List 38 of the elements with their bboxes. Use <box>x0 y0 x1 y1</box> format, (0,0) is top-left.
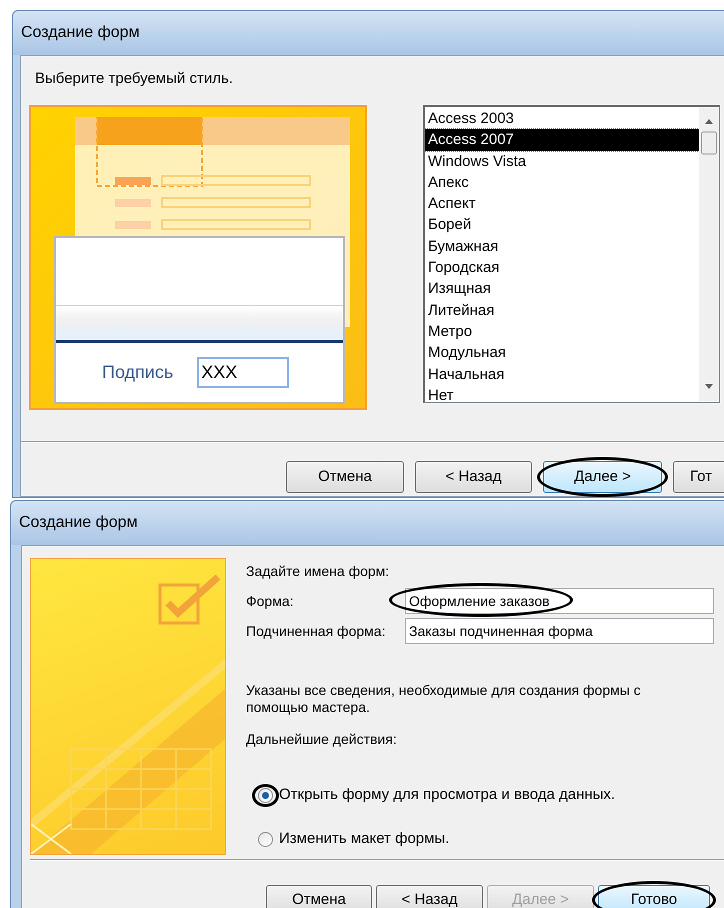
style-list-item[interactable]: Начальная <box>425 364 699 385</box>
dialog-button[interactable]: Гот <box>673 461 724 493</box>
dialog-button[interactable]: Далее > <box>543 461 662 493</box>
checkbox-check-icon <box>158 575 222 625</box>
option-label: Открыть форму для просмотра и ввода данных. <box>279 784 616 805</box>
style-list-item[interactable]: Метро <box>425 320 699 342</box>
option-label: Изменить макет формы. <box>279 828 450 849</box>
preview-label: Подпись <box>102 361 174 384</box>
style-list-item[interactable]: Борей <box>425 214 699 236</box>
field-label: Форма: <box>246 592 295 611</box>
radio-button[interactable] <box>258 832 273 846</box>
style-list-item[interactable]: Аспект <box>425 193 699 214</box>
style-list-item[interactable]: Access 2007 <box>425 129 699 151</box>
dialog-button[interactable]: Отмена <box>266 885 372 908</box>
dialog-button[interactable]: < Назад <box>415 461 532 493</box>
style-list-item[interactable]: Модульная <box>425 342 699 364</box>
radio-button[interactable] <box>258 788 273 802</box>
dialog-button[interactable]: Готово <box>598 885 710 908</box>
style-list-item[interactable]: Городская <box>425 257 699 278</box>
actions-label: Дальнейшие действия: <box>246 730 398 749</box>
field-label: Подчиненная форма: <box>246 622 386 641</box>
form-name-field[interactable]: Заказы подчиненная форма <box>405 618 714 644</box>
heading-text: Задайте имена форм: <box>246 562 390 579</box>
style-list-item[interactable]: Бумажная <box>425 236 699 258</box>
preview-field: XXX <box>197 357 290 388</box>
style-list-item[interactable]: Нет <box>425 384 699 402</box>
window-title: Создание форм <box>21 23 140 43</box>
style-list-item[interactable]: Литейная <box>425 300 699 321</box>
prompt-text: Выберите требуемый стиль. <box>35 69 234 86</box>
form-name-field[interactable]: Оформление заказов <box>405 588 714 614</box>
style-list-item[interactable]: Access 2003 <box>425 108 699 130</box>
style-list-item[interactable]: Изящная <box>425 278 699 300</box>
dialog-button[interactable]: Отмена <box>286 461 404 493</box>
style-list-item[interactable]: Апекс <box>425 172 699 194</box>
info-text: Указаны все сведения, необходимые для создания формы с помощью мастера. <box>246 682 642 716</box>
window-title: Создание форм <box>19 513 138 533</box>
dialog-button[interactable]: < Назад <box>376 885 483 908</box>
style-list-item[interactable]: Windows Vista <box>425 150 699 172</box>
